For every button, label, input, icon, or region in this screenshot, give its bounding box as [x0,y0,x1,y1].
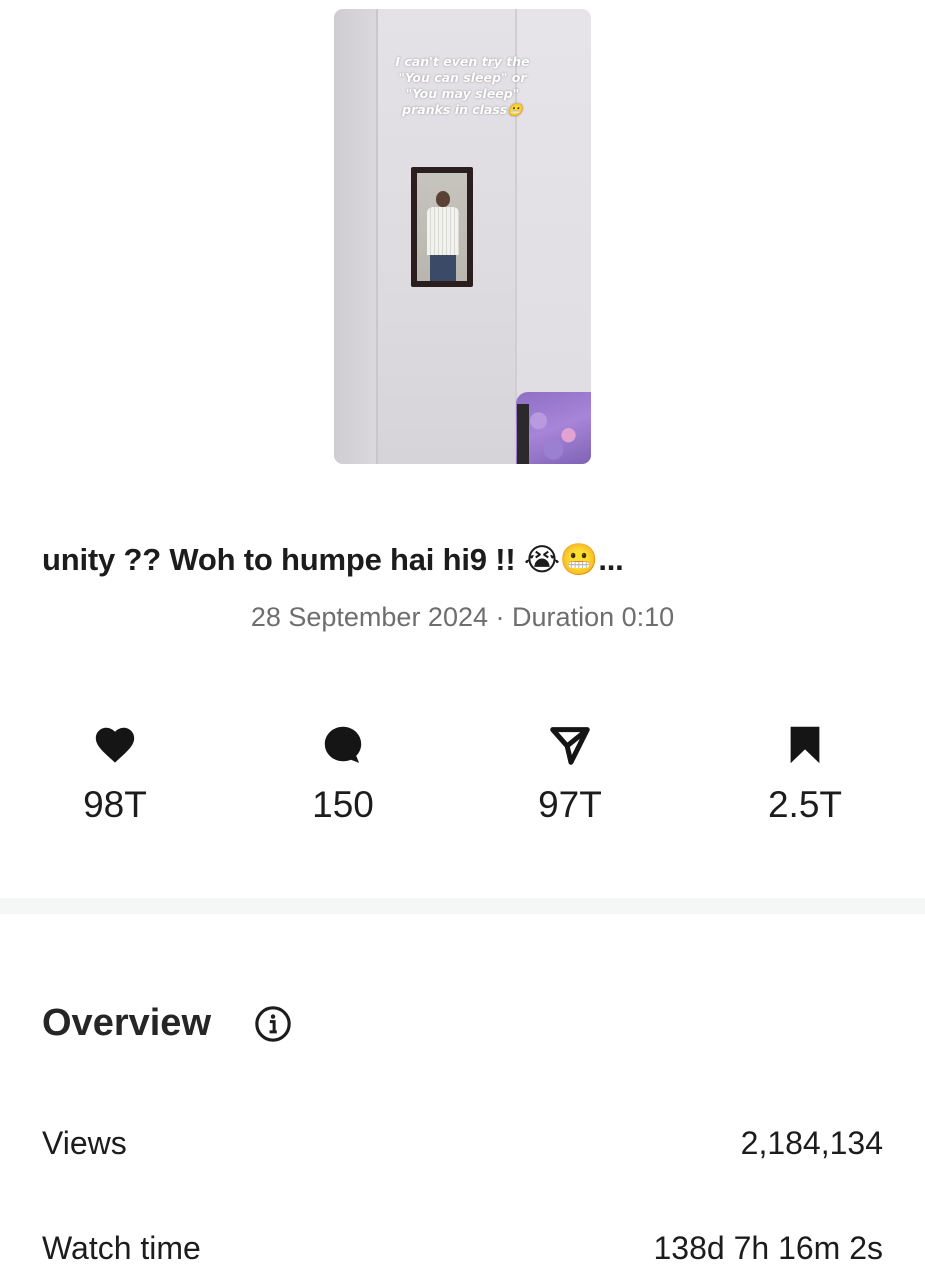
bookmark-icon [790,726,820,764]
overview-heading: Overview [42,1002,211,1044]
saves-stat: 2.5T [725,722,885,826]
post-title: unity ?? Woh to humpe hai hi9 !! 😭😬... [42,542,624,577]
post-meta: 28 September 2024 · Duration 0:10 [0,602,925,633]
section-divider [0,898,925,914]
person-head [436,191,450,207]
views-label: Views [42,1125,127,1161]
likes-count: 98T [83,784,147,825]
comments-stat: 150 [263,722,423,826]
shares-stat: 97T [490,722,650,826]
saves-count: 2.5T [767,784,843,825]
watch-time-value: 138d 7h 16m 2s [653,1230,884,1266]
mirror-glass [417,173,467,281]
send-icon [550,727,590,765]
comment-icon [324,726,362,763]
thumbnail-mirror [411,167,473,287]
reel-thumbnail[interactable]: I can't even try the "You can sleep" or … [334,9,591,464]
likes-stat: 98T [35,722,195,826]
post-duration: Duration 0:10 [512,602,675,632]
thumbnail-caption: I can't even try the "You can sleep" or … [395,54,530,117]
views-value: 2,184,134 [740,1125,883,1161]
watch-time-label: Watch time [42,1230,201,1266]
heart-icon [95,727,135,763]
person-legs [430,255,456,281]
thumbnail-bed-post [517,404,529,464]
comments-count: 150 [312,784,374,825]
person-shirt [427,207,459,255]
post-date: 28 September 2024 [250,602,489,632]
info-icon[interactable] [254,1005,292,1043]
meta-separator: · [495,602,505,632]
shares-count: 97T [538,784,602,825]
